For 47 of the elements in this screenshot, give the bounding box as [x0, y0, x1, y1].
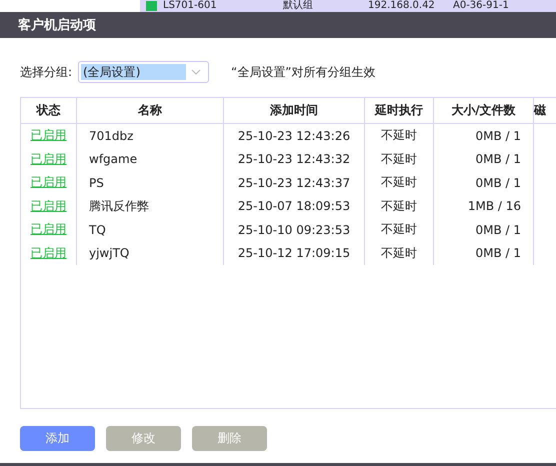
status-link[interactable]: 已启用: [30, 150, 66, 168]
client-name: LS701-601: [163, 0, 218, 12]
table-cell: 不延时: [365, 194, 434, 218]
table-cell: 0MB / 1: [434, 218, 534, 242]
table-cell: 0MB / 1: [434, 124, 534, 148]
table-cell: 不延时: [365, 148, 434, 171]
table-cell: 25-10-23 12:43:26: [224, 124, 365, 148]
status-link[interactable]: 已启用: [30, 244, 66, 262]
status-link[interactable]: 已启用: [30, 127, 66, 144]
table-cell: 25-10-07 18:09:53: [224, 194, 365, 218]
table-cell: 不延时: [365, 171, 434, 194]
table-cell: 腾讯反作弊: [77, 194, 224, 218]
group-select[interactable]: (全局设置): [78, 61, 210, 83]
status-link[interactable]: 已启用: [30, 221, 66, 238]
column-header: 磁: [534, 98, 556, 124]
column-header: 延时执行: [365, 98, 434, 124]
action-button[interactable]: 添加: [20, 426, 95, 451]
table-cell: 25-10-23 12:43:32: [224, 148, 365, 171]
table-cell: 0MB / 1: [434, 148, 534, 171]
client-ip: 192.168.0.42: [368, 0, 436, 12]
table-cell: 不延时: [365, 218, 434, 242]
table-cell: yjwjTQ: [77, 242, 224, 265]
hint-text: “全局设置”对所有分组生效: [231, 64, 376, 80]
table-cell: wfgame: [77, 148, 224, 171]
table-cell: 0MB / 1: [434, 242, 534, 265]
group-label: 选择分组:: [20, 64, 72, 80]
table-cell: 25-10-10 09:23:53: [224, 218, 365, 242]
table-cell: TQ: [77, 218, 224, 242]
table-cell: 0MB / 1: [434, 171, 534, 194]
table-cell: 25-10-23 12:43:37: [224, 171, 365, 194]
column-header: 状态: [21, 98, 77, 124]
chevron-down-icon: [191, 69, 202, 75]
table-cell: 不延时: [365, 242, 434, 265]
status-link[interactable]: 已启用: [30, 198, 66, 215]
table-cell: PS: [77, 171, 224, 194]
table-cell: 1MB / 16: [434, 194, 534, 218]
client-mac: A0-36-91-1: [453, 0, 510, 12]
column-header: 名称: [77, 98, 224, 124]
column-header: 大小/文件数: [434, 98, 534, 124]
client-group: 默认组: [283, 0, 368, 12]
column-header: 添加时间: [224, 98, 365, 124]
status-link[interactable]: 已启用: [30, 174, 66, 192]
window-title: 客户机启动项: [18, 16, 96, 34]
status-icon: [146, 1, 157, 11]
table-cell: 25-10-12 17:09:15: [224, 242, 365, 265]
table-cell: 不延时: [365, 124, 434, 148]
table-cell: 701dbz: [77, 124, 224, 148]
